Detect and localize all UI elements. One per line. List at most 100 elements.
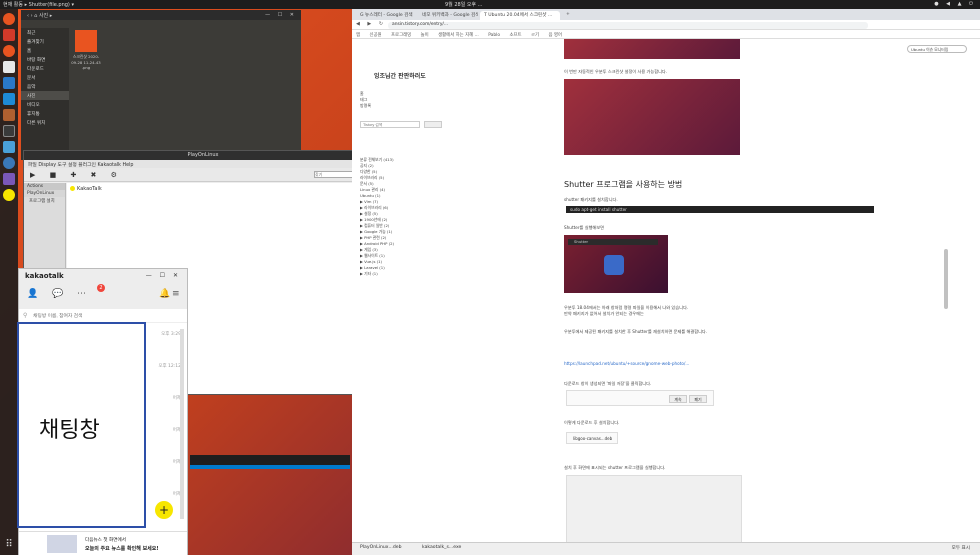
keep-button[interactable]: 계속 xyxy=(669,395,687,403)
chat-list-panel[interactable]: 채팅창 xyxy=(17,322,146,528)
bookmark[interactable]: 프로그래밍 xyxy=(391,33,411,38)
install-program-link[interactable]: 프로그램 설치 xyxy=(24,197,65,205)
article-paragraph: 이렇게 다운로드 후 설치합니다. xyxy=(564,420,620,425)
browser-tab[interactable]: G 뉴스레터 - Google 검색 xyxy=(356,11,416,20)
blog-search-input[interactable] xyxy=(360,121,420,128)
chrome-icon[interactable] xyxy=(3,13,15,25)
file-name: 스크린샷 2020-09-28 11-24-43 .png xyxy=(71,54,101,70)
file-manager-sidebar: 최근 즐겨찾기 홈 바탕 화면 다운로드 문서 음악 사진 비디오 휴지통 다른… xyxy=(21,28,69,160)
playonlinux-icon[interactable] xyxy=(3,173,15,185)
download-bar: PlayOnLinux...deb kakaotalk_s...exe 모두 표… xyxy=(352,542,980,555)
chat-list-scrollbar[interactable] xyxy=(180,329,184,519)
sidebar-item[interactable]: 즐겨찾기 xyxy=(21,37,69,46)
sidebar-item-selected[interactable]: 사진 xyxy=(21,91,69,100)
show-all-button[interactable]: 모두 표시 xyxy=(952,545,970,551)
vscode-window-fragment xyxy=(190,455,350,469)
tab-strip: G 뉴스레터 - Google 검색 네모 위키백과 - Google 검색 T… xyxy=(352,9,980,20)
chat-icon[interactable]: 💬 xyxy=(52,289,63,299)
clock[interactable]: 9월 28일 오후 ... xyxy=(445,1,482,8)
bookmark[interactable]: 신공원 xyxy=(369,33,381,38)
system-tray[interactable]: ● ◀ ▲ ⏻ xyxy=(934,1,976,7)
installed-app-item[interactable]: KakaoTalk xyxy=(70,186,102,192)
vscode-icon[interactable] xyxy=(3,93,15,105)
app-name: KakaoTalk xyxy=(77,186,102,192)
browser-tab[interactable]: 네모 위키백과 - Google 검색 xyxy=(418,11,478,20)
sidebar-item[interactable]: 음악 xyxy=(21,82,69,91)
sidebar-item[interactable]: 바탕 화면 xyxy=(21,55,69,64)
activities-label[interactable]: 현재 활동 ▸ Shutter(file.png) ▾ xyxy=(3,1,74,8)
bookmark[interactable]: 소프트 xyxy=(509,33,521,38)
ad-line: 다음뉴스 첫 화면에서 xyxy=(85,538,126,543)
download-item[interactable]: kakaotalk_s...exe xyxy=(422,545,461,550)
blog-nav-item[interactable]: 방명록 xyxy=(360,103,371,109)
sidebar-item[interactable]: 문서 xyxy=(21,73,69,82)
category-list: 분류 전체보기 (413) 공지 (2) 다양한 (5) 라이브러리 (5) 문… xyxy=(360,157,440,277)
new-chat-button[interactable]: + xyxy=(155,501,173,519)
sidebar-item[interactable]: 비디오 xyxy=(21,100,69,109)
search-icon: ⚲ xyxy=(23,312,28,319)
image-file-thumbnail[interactable] xyxy=(75,30,97,52)
tag-pill[interactable]: Ubuntu 이슈 모니터링 xyxy=(907,45,967,53)
category-item[interactable]: ▶ 기타 (1) xyxy=(360,271,440,277)
show-applications-icon[interactable]: ⠿ xyxy=(3,539,15,551)
friends-icon[interactable]: 👤 xyxy=(27,289,38,299)
blog-search-button[interactable] xyxy=(424,121,442,128)
screenshot-image xyxy=(564,39,740,59)
new-tab-button[interactable]: + xyxy=(562,11,582,20)
browser-tab-active[interactable]: T Ubuntu 20.04에서 스크린샷 ... xyxy=(480,11,560,20)
nav-buttons[interactable]: ◀ ▶ ↻ xyxy=(356,21,386,27)
ad-banner[interactable]: 다음뉴스 첫 화면에서 오늘의 주요 뉴스를 확인해 보세요! xyxy=(19,531,187,555)
ubuntu-software-icon[interactable] xyxy=(3,45,15,57)
download-item[interactable]: PlayOnLinux...deb xyxy=(360,545,402,550)
bookmark[interactable]: Pablo xyxy=(488,33,500,38)
shutter-icon[interactable] xyxy=(3,29,15,41)
address-bar-row: ◀ ▶ ↻ ansin.tistory.com/entry/... xyxy=(352,20,980,30)
url-field[interactable]: ansin.tistory.com/entry/... xyxy=(388,22,868,29)
article-paragraph: 설치 후 화면에 표시되는 shutter 프로그램을 실행합니다. xyxy=(564,465,666,470)
article-heading: Shutter 프로그램을 사용하는 방법 xyxy=(564,180,683,189)
more-icon[interactable]: ⋯ xyxy=(77,289,86,299)
document-viewer-icon[interactable] xyxy=(3,141,15,153)
sidebar-item[interactable]: 최근 xyxy=(21,28,69,37)
chat-panel-label: 채팅창 xyxy=(39,418,100,443)
chat-time: 오후 12:12 xyxy=(158,364,181,369)
discard-button[interactable]: 폐기 xyxy=(689,395,707,403)
chat-time: 오후 3:29 xyxy=(161,332,181,337)
files-icon[interactable] xyxy=(3,61,15,73)
screenshot-image: Shutter xyxy=(564,235,668,293)
blog-sidebar: 잉조님간 판판하러도 홈 태그 방명록 분류 전체보기 (413) 공지 (2)… xyxy=(352,39,444,542)
blog-title[interactable]: 잉조님간 판판하러도 xyxy=(374,71,426,80)
file-manager-window: ‹ › ⌂ 사진 ▸ — ☐ ✕ 최근 즐겨찾기 홈 바탕 화면 다운로드 문서… xyxy=(21,10,301,160)
sidebar-item[interactable]: 다른 위치 xyxy=(21,118,69,127)
bookmark[interactable]: 놀이 xyxy=(421,33,429,38)
kakaotalk-icon xyxy=(70,186,75,191)
download-prompt: 계속 폐기 xyxy=(566,390,714,406)
sidebar-item[interactable]: 홈 xyxy=(21,46,69,55)
toolbar-buttons[interactable]: ▶ ■ ✚ ✖ ⚙ xyxy=(30,171,123,179)
notification-icon[interactable]: 🔔 xyxy=(159,289,170,299)
download-chip[interactable]: libgoo-canvas...deb xyxy=(566,432,618,444)
sidebar-item[interactable]: 다운로드 xyxy=(21,64,69,73)
file-manager-nav[interactable]: ‹ › ⌂ 사진 ▸ xyxy=(27,13,52,19)
window-controls[interactable]: — ☐ ✕ xyxy=(265,12,297,18)
archive-icon[interactable] xyxy=(3,109,15,121)
terminal-icon[interactable] xyxy=(3,125,15,137)
menu-bar[interactable]: 파일 Display 도구 설정 플러그인 Kakaotalk Help xyxy=(24,160,382,168)
bookmark[interactable]: 음 영어 xyxy=(548,33,562,38)
settings-icon[interactable] xyxy=(3,157,15,169)
page-scrollbar[interactable] xyxy=(944,249,948,309)
bookmark[interactable]: 생활에서 하는 지혜 ... xyxy=(438,33,479,38)
kakaotalk-icon[interactable] xyxy=(3,189,15,201)
file-manager-headerbar: ‹ › ⌂ 사진 ▸ — ☐ ✕ xyxy=(21,10,301,20)
trello-icon[interactable] xyxy=(3,77,15,89)
download-filename: libgoo-canvas...deb xyxy=(573,436,613,441)
window-title: PlayOnLinux xyxy=(24,151,382,160)
article-link[interactable]: https://launchpad.net/ubuntu/+source/gno… xyxy=(564,361,689,366)
chat-search-input[interactable] xyxy=(33,312,173,320)
menu-icon[interactable]: ≡ xyxy=(172,289,180,299)
bookmark[interactable]: ㄹ기 xyxy=(531,33,539,38)
bookmark[interactable]: 앱 xyxy=(356,33,360,38)
actions-header: Actions xyxy=(24,183,65,190)
window-controls[interactable]: — ☐ ✕ xyxy=(146,272,181,279)
sidebar-item[interactable]: 휴지통 xyxy=(21,109,69,118)
